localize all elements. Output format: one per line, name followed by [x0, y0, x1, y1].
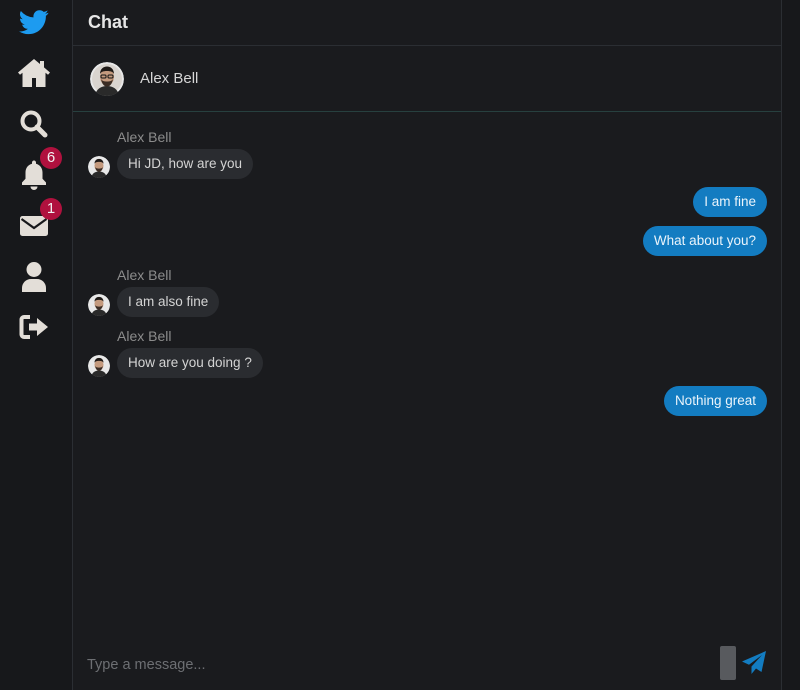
sidebar-item-messages[interactable]: 1: [16, 198, 62, 244]
sender-avatar: [88, 355, 110, 377]
logout-icon: [19, 315, 48, 339]
sidebar-item-profile[interactable]: [16, 259, 52, 295]
message-sender: Alex Bell: [117, 129, 172, 145]
sidebar-item-logout[interactable]: [16, 309, 52, 345]
send-button[interactable]: [741, 650, 767, 676]
message-bubble: How are you doing ?: [117, 348, 263, 378]
sidebar-item-notifications[interactable]: 6: [16, 147, 62, 193]
message-bubble: I am fine: [693, 187, 767, 217]
attachment-button[interactable]: [720, 646, 736, 680]
sidebar-item-search[interactable]: [16, 106, 52, 142]
contact-avatar[interactable]: [90, 61, 124, 96]
message-composer: [73, 640, 781, 690]
message-bubble: Nothing great: [663, 386, 767, 416]
message-bubble: Hi JD, how are you: [117, 149, 254, 179]
right-gutter: [783, 0, 800, 690]
page-title: Chat: [88, 12, 128, 32]
message-list: Alex Bell Hi JD, how are you I am fine W…: [73, 113, 781, 633]
message-sender: Alex Bell: [117, 267, 172, 283]
sidebar-item-home[interactable]: [16, 55, 52, 91]
message-bubble: I am also fine: [117, 287, 220, 317]
sidebar-item-logo[interactable]: [16, 4, 52, 40]
sender-avatar: [88, 156, 110, 178]
twitter-bird-icon: [19, 10, 49, 35]
home-icon: [18, 59, 50, 87]
message-count-badge: 1: [40, 198, 62, 220]
message-sender: Alex Bell: [117, 328, 172, 344]
user-icon: [22, 262, 46, 292]
page-header: Chat: [73, 0, 781, 46]
chat-contact-header: Alex Bell: [73, 46, 781, 112]
contact-name: Alex Bell: [140, 70, 199, 87]
message-bubble: What about you?: [642, 226, 767, 256]
chat-app: 6 1 Chat Alex Bell Alex Bell Hi JD, how …: [0, 0, 800, 690]
paper-plane-icon: [742, 651, 766, 674]
sender-avatar: [88, 294, 110, 316]
chat-panel: Chat Alex Bell Alex Bell Hi JD, how are …: [72, 0, 782, 690]
message-input[interactable]: [87, 650, 687, 680]
notification-count-badge: 6: [40, 147, 62, 169]
sidebar: 6 1: [0, 0, 72, 690]
search-icon: [20, 110, 48, 138]
